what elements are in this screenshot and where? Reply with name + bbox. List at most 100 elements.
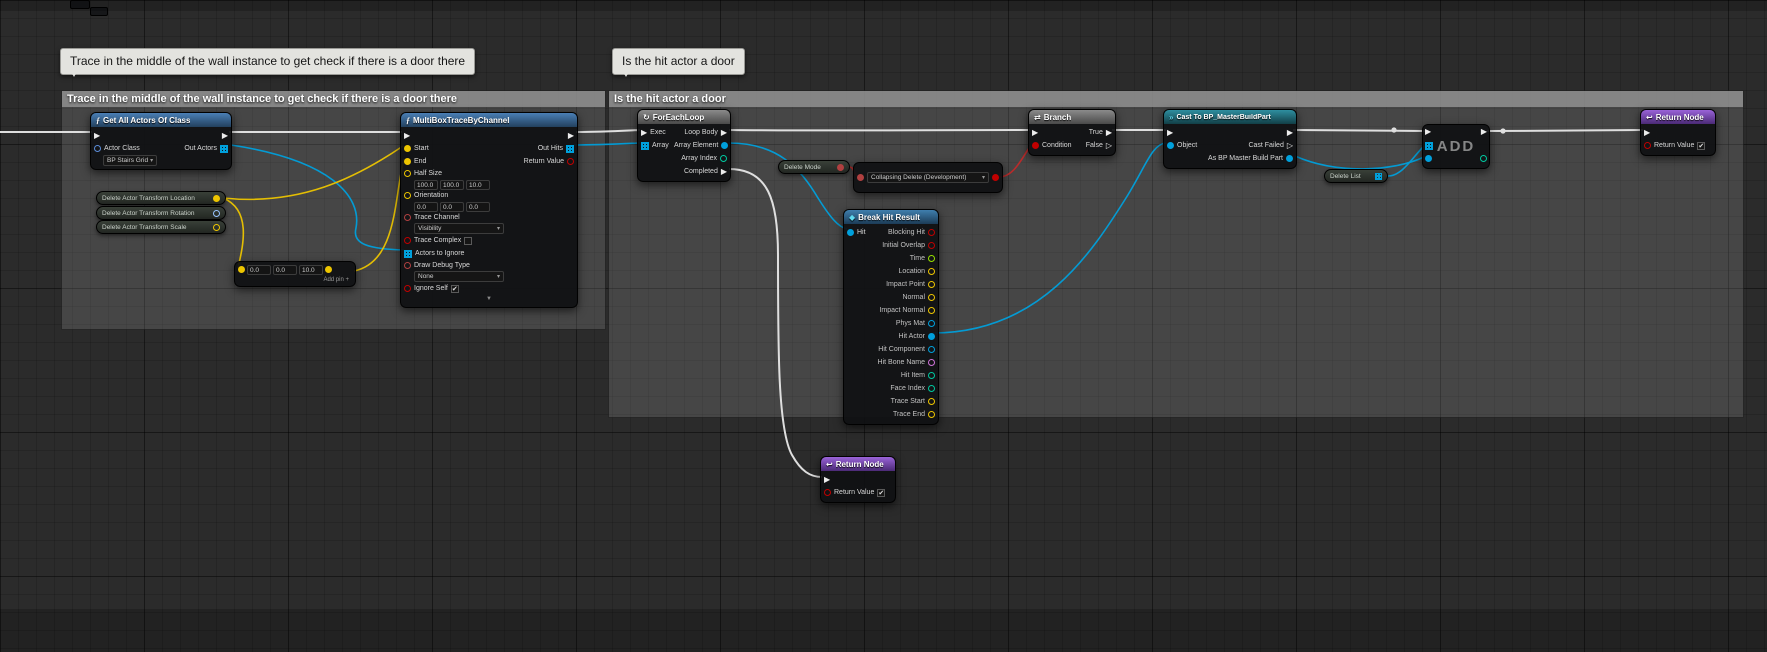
start-pin[interactable] xyxy=(404,145,411,152)
time-pin[interactable] xyxy=(928,255,935,262)
var-node-delete-actor-transform-location[interactable]: Delete Actor Transform Location xyxy=(96,191,226,205)
half-size-y-field[interactable]: 100.0 xyxy=(440,179,464,190)
half-size-x-field[interactable]: 100.0 xyxy=(414,179,438,190)
as-bp-master-build-part-pin[interactable] xyxy=(1286,155,1293,162)
var-node-delete-actor-transform-rotation[interactable]: Delete Actor Transform Rotation xyxy=(96,206,226,220)
return-value-pin[interactable] xyxy=(1644,142,1651,149)
array-index-pin[interactable] xyxy=(720,155,727,162)
node-cast-to-bp-masterbuildpart[interactable]: » Cast To BP_MasterBuildPart ▶ ▶ Object … xyxy=(1163,109,1297,169)
x-field[interactable]: 0.0 xyxy=(247,264,271,275)
array-element-pin[interactable] xyxy=(721,142,729,149)
exec-out-pin[interactable]: ▶ xyxy=(1287,128,1293,137)
node-add-vector[interactable]: 0.0 0.0 10.0 Add pin + xyxy=(234,261,356,287)
rotator-out-pin[interactable] xyxy=(213,209,220,217)
actor-class-dropdown[interactable]: BP Stairs Grid ▾ xyxy=(103,155,158,166)
cast-failed-pin[interactable]: ▷ xyxy=(1287,141,1293,150)
exec-in-pin[interactable]: ▶ xyxy=(1032,128,1038,137)
node-break-hit-result[interactable]: ◆ Break Hit Result Hit Blocking Hit Init… xyxy=(843,209,939,425)
exec-in-pin[interactable]: ▶ xyxy=(641,128,647,137)
trace-start-pin[interactable] xyxy=(928,398,935,405)
hit-component-pin[interactable] xyxy=(928,346,935,353)
orientation-y-field[interactable]: 0.0 xyxy=(440,201,464,212)
exec-in-pin[interactable]: ▶ xyxy=(1644,128,1650,137)
comment-bubble-trace-wall[interactable]: Trace in the middle of the wall instance… xyxy=(60,48,476,77)
array-out-pin[interactable] xyxy=(1375,172,1382,180)
trace-end-pin[interactable] xyxy=(928,411,935,418)
exec-out-pin[interactable]: ▶ xyxy=(568,131,574,140)
impact-normal-pin[interactable] xyxy=(928,307,935,314)
impact-point-pin[interactable] xyxy=(928,281,935,288)
node-multibox-trace-by-channel[interactable]: ƒ MultiBoxTraceByChannel ▶ ▶ Start Out H… xyxy=(400,112,578,308)
exec-in-pin[interactable]: ▶ xyxy=(404,131,410,140)
exec-in-pin[interactable]: ▶ xyxy=(1167,128,1173,137)
return-value-checkbox[interactable]: ✔ xyxy=(1697,141,1706,150)
exec-out-pin[interactable]: ▶ xyxy=(1481,128,1487,136)
hit-actor-pin[interactable] xyxy=(928,333,935,340)
enum-in-pin[interactable] xyxy=(857,174,864,181)
comment-title[interactable]: Trace in the middle of the wall instance… xyxy=(62,91,605,107)
out-actors-pin[interactable] xyxy=(220,144,228,153)
enum-value-dropdown[interactable]: Collapsing Delete (Development) ▾ xyxy=(867,172,989,183)
orientation-pin[interactable] xyxy=(404,192,411,199)
initial-overlap-pin[interactable] xyxy=(928,242,935,249)
actors-to-ignore-pin[interactable] xyxy=(404,249,412,258)
loop-body-pin[interactable]: ▶ xyxy=(721,128,727,137)
draw-debug-type-dropdown[interactable]: None ▾ xyxy=(414,271,504,282)
completed-pin[interactable]: ▶ xyxy=(721,167,727,176)
half-size-pin[interactable] xyxy=(404,170,411,177)
node-branch[interactable]: ⇄ Branch ▶ True ▶ Condition False ▷ xyxy=(1028,109,1116,156)
orientation-z-field[interactable]: 0.0 xyxy=(466,201,490,212)
node-foreachloop[interactable]: ↻ ForEachLoop ▶ Exec Loop Body ▶ Array Arr… xyxy=(637,109,731,182)
blocking-hit-pin[interactable] xyxy=(928,229,935,236)
condition-pin[interactable] xyxy=(1032,142,1039,149)
exec-in-pin[interactable]: ▶ xyxy=(1425,128,1431,136)
half-size-z-field[interactable]: 10.0 xyxy=(466,179,490,190)
trace-channel-dropdown[interactable]: Visibility ▾ xyxy=(414,223,504,234)
hit-bone-name-pin[interactable] xyxy=(928,359,935,366)
vector-out-pin[interactable] xyxy=(325,266,332,273)
node-return-bottom[interactable]: ↩ Return Node ▶ Return Value ✔ xyxy=(820,456,896,503)
var-node-delete-list[interactable]: Delete List xyxy=(1324,169,1388,183)
return-value-pin[interactable] xyxy=(824,489,831,496)
vector-out-pin[interactable] xyxy=(213,194,220,202)
node-array-add[interactable]: ADD ▶ ▶ xyxy=(1422,124,1490,169)
actor-class-pin[interactable] xyxy=(94,145,101,152)
node-get-all-actors-of-class[interactable]: ƒ Get All Actors Of Class ▶ ▶ Actor Clas… xyxy=(90,112,232,170)
return-value-checkbox[interactable]: ✔ xyxy=(877,488,886,497)
exec-in-pin[interactable]: ▶ xyxy=(94,131,100,140)
true-pin[interactable]: ▶ xyxy=(1106,128,1112,137)
add-pin-button[interactable]: Add pin + xyxy=(235,277,355,285)
hit-item-pin[interactable] xyxy=(928,372,935,379)
vector-in-pin[interactable] xyxy=(238,266,245,273)
index-out-pin[interactable] xyxy=(1480,155,1487,162)
trace-complex-checkbox[interactable] xyxy=(464,236,473,245)
trace-channel-pin[interactable] xyxy=(404,214,411,221)
node-equal-enum[interactable]: Collapsing Delete (Development) ▾ xyxy=(853,162,1003,193)
trace-complex-pin[interactable] xyxy=(404,237,411,244)
new-item-pin[interactable] xyxy=(1425,155,1432,162)
exec-out-pin[interactable]: ▶ xyxy=(222,131,228,140)
enum-out-pin[interactable] xyxy=(837,163,844,171)
exec-in-pin[interactable]: ▶ xyxy=(824,475,830,484)
y-field[interactable]: 0.0 xyxy=(273,264,297,275)
end-pin[interactable] xyxy=(404,158,411,165)
orientation-x-field[interactable]: 0.0 xyxy=(414,201,438,212)
var-node-delete-actor-transform-scale[interactable]: Delete Actor Transform Scale xyxy=(96,220,226,234)
face-index-pin[interactable] xyxy=(928,385,935,392)
normal-pin[interactable] xyxy=(928,294,935,301)
ignore-self-checkbox[interactable]: ✔ xyxy=(450,284,459,293)
comment-bubble-hit-actor-door[interactable]: Is the hit actor a door xyxy=(612,48,745,77)
target-array-pin[interactable] xyxy=(1425,142,1433,150)
phys-mat-pin[interactable] xyxy=(928,320,935,327)
bool-out-pin[interactable] xyxy=(992,174,999,181)
blueprint-graph-canvas[interactable]: Trace in the middle of the wall instance… xyxy=(0,0,1767,652)
hit-pin[interactable] xyxy=(847,229,854,236)
vector-out-pin[interactable] xyxy=(213,223,220,231)
object-pin[interactable] xyxy=(1167,142,1174,149)
collapse-arrow-icon[interactable]: ▼ xyxy=(401,295,577,304)
location-pin[interactable] xyxy=(928,268,935,275)
comment-title[interactable]: Is the hit actor a door xyxy=(609,91,1743,107)
var-node-delete-mode[interactable]: Delete Mode xyxy=(778,160,850,174)
return-value-pin[interactable] xyxy=(567,158,574,165)
false-pin[interactable]: ▷ xyxy=(1106,141,1112,150)
